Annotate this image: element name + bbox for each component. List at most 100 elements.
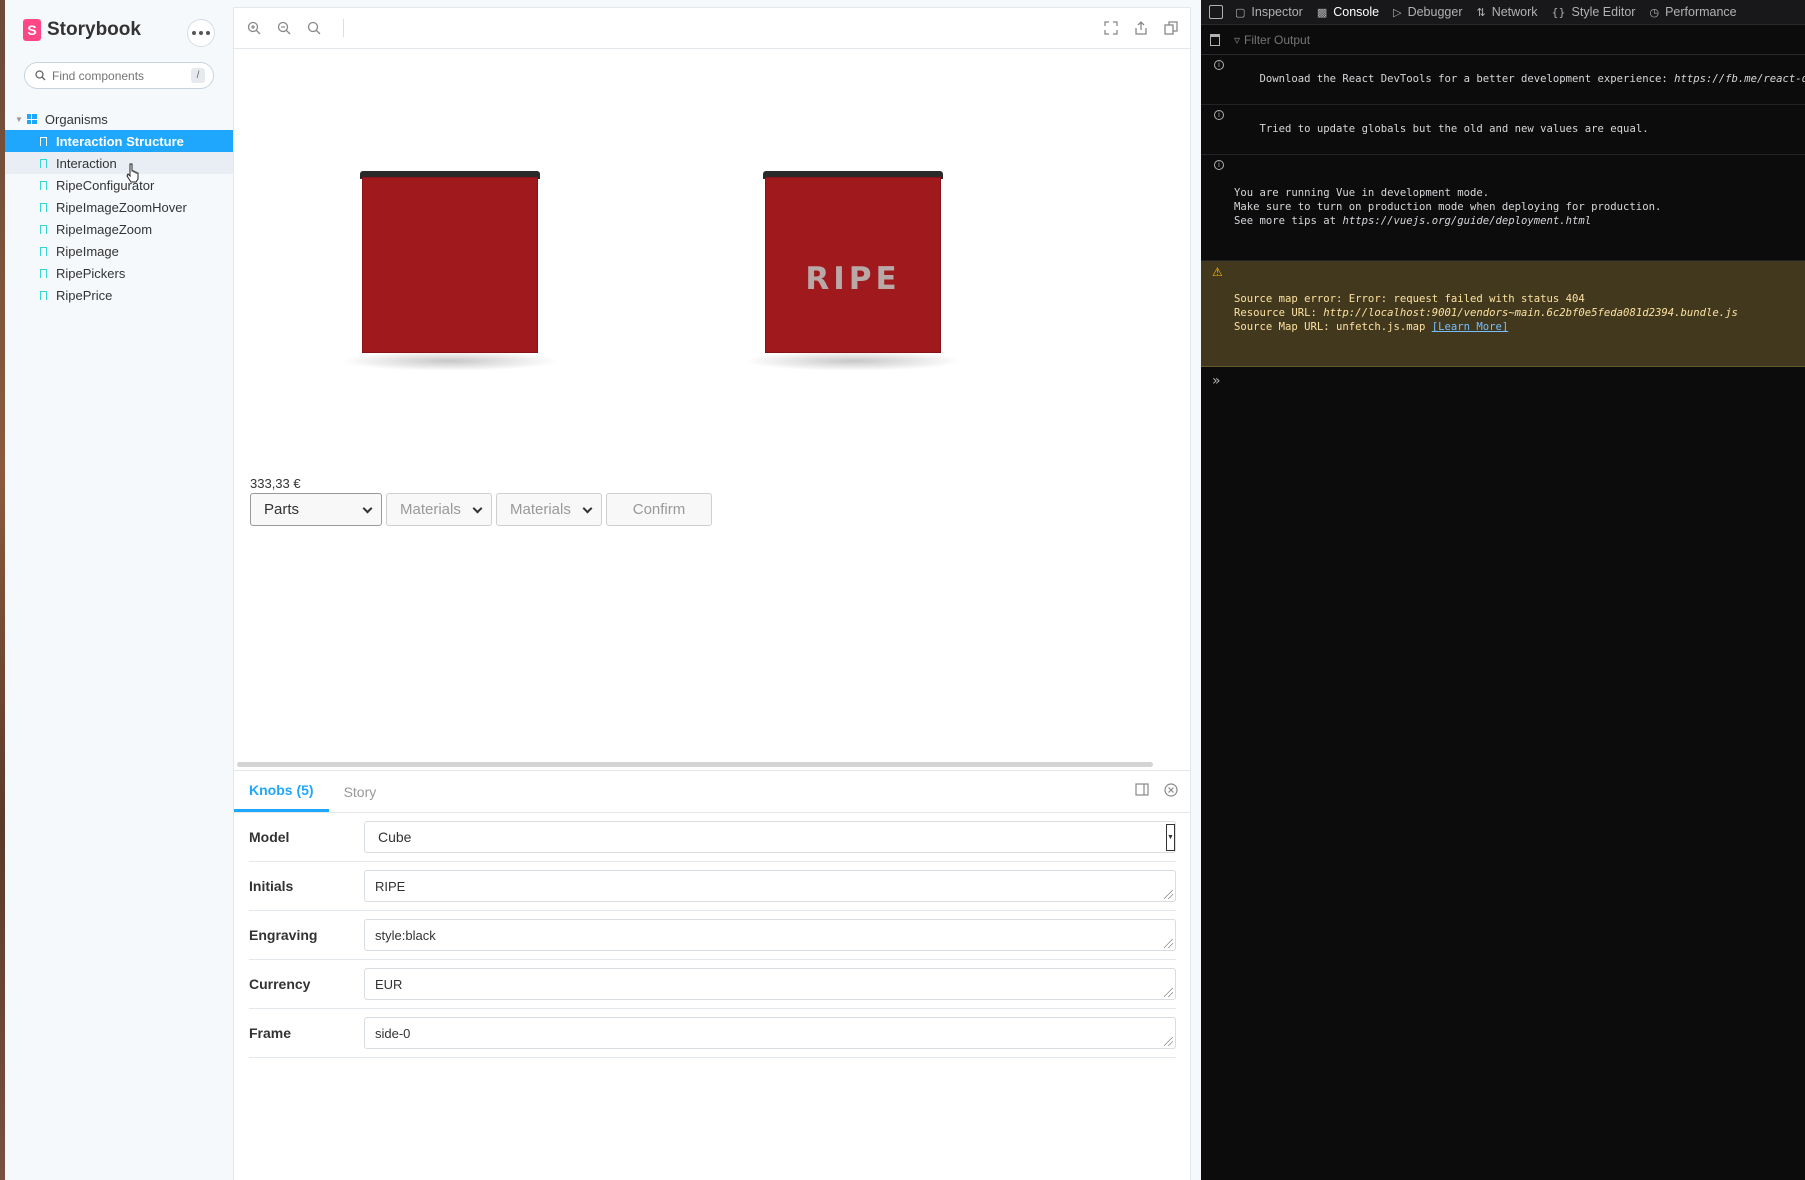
panel-orientation-icon[interactable] (1135, 783, 1149, 796)
filter-icon: ▿ (1234, 32, 1241, 47)
trash-icon[interactable] (1210, 33, 1220, 46)
console-message: i Tried to update globals but the old and… (1201, 105, 1805, 155)
console-link[interactable]: https://fb.me/react-devtools (1674, 73, 1805, 85)
console-input-prompt[interactable]: » (1201, 367, 1805, 389)
story-item-ripeimagezoom[interactable]: RipeImageZoom (5, 218, 233, 240)
materials-dropdown-label: Materials (510, 501, 571, 518)
tab-debugger[interactable]: ▷ Debugger (1393, 0, 1462, 25)
story-item-ripeimagezoomhover[interactable]: RipeImageZoomHover (5, 196, 233, 218)
story-item-label: Interaction (56, 155, 117, 171)
search-input[interactable] (52, 68, 192, 83)
zoom-reset-icon[interactable] (307, 21, 321, 35)
console-warning: ⚠ Source map error: Error: request failed… (1201, 261, 1805, 367)
console-link[interactable]: http://localhost:9001/vendors~main.6c2bf… (1323, 307, 1738, 319)
horizontal-scrollbar[interactable] (237, 762, 1153, 767)
devtools-panel: ▢ Inspector ▩ Console ▷ Debugger ⇅ Network {… (1201, 0, 1805, 1180)
zoom-out-icon[interactable] (277, 21, 291, 35)
tab-story[interactable]: Story (329, 771, 392, 812)
frame-textarea[interactable]: side-0 (364, 1017, 1176, 1049)
brand-name: Storybook (47, 19, 141, 40)
tab-performance[interactable]: ◷ Performance (1649, 0, 1736, 25)
dropdown-arrow-icon[interactable]: ▼ (1166, 824, 1175, 851)
story-item-ripeimage[interactable]: RipeImage (5, 240, 233, 262)
preview-panel: RIPE 333,33 € Parts Materials Materials … (233, 7, 1191, 1180)
materials-dropdown-2[interactable]: Materials (496, 493, 602, 526)
toolbar-divider (343, 19, 344, 37)
info-icon: i (1214, 60, 1224, 70)
knob-label: Currency (249, 976, 311, 992)
tab-console[interactable]: ▩ Console (1317, 0, 1379, 25)
resize-handle-icon[interactable] (1164, 988, 1173, 997)
copy-icon[interactable] (1164, 21, 1178, 35)
console-message: i Download the React DevTools for a bette… (1201, 55, 1805, 105)
bookmark-icon (40, 136, 47, 146)
tab-label: Network (1491, 5, 1538, 19)
cube-initials-engraving: RIPE (805, 261, 901, 297)
bookmark-icon (40, 246, 47, 256)
sidebar-menu-button[interactable] (187, 19, 215, 47)
brand[interactable]: S Storybook (23, 19, 141, 41)
model-select[interactable]: Cube ▼ (364, 821, 1176, 853)
cube-image-left[interactable] (340, 171, 560, 371)
component-grid-icon (26, 114, 37, 124)
story-item-ripeprice[interactable]: RipePrice (5, 284, 233, 306)
resize-handle-icon[interactable] (1164, 939, 1173, 948)
share-icon[interactable] (1134, 21, 1148, 35)
console-message: i You are running Vue in development mode… (1201, 155, 1805, 261)
tab-label: Inspector (1251, 5, 1303, 19)
story-item-interaction-structure[interactable]: Interaction Structure (5, 130, 233, 152)
story-item-interaction[interactable]: Interaction (5, 152, 233, 174)
story-item-label: RipePrice (56, 287, 113, 303)
engraving-textarea[interactable]: style:black (364, 919, 1176, 951)
fullscreen-icon[interactable] (1104, 21, 1118, 35)
tab-label: Console (1333, 5, 1380, 19)
console-link[interactable]: https://vuejs.org/guide/deployment.html (1342, 215, 1591, 227)
chevron-down-icon (582, 503, 593, 514)
resize-handle-icon[interactable] (1164, 890, 1173, 899)
warning-icon: ⚠ (1212, 265, 1223, 279)
filter-output-input[interactable] (1244, 32, 1445, 47)
learn-more-link[interactable]: [Learn More] (1432, 321, 1509, 333)
story-tree: ▼ Organisms Interaction Structure Intera… (5, 108, 233, 306)
tab-style-editor[interactable]: {} Style Editor (1552, 0, 1636, 25)
inspector-icon: ▢ (1235, 5, 1246, 19)
element-picker-icon[interactable] (1209, 5, 1223, 19)
frame-value: side-0 (375, 1025, 411, 1041)
search-box[interactable]: / (24, 62, 214, 89)
story-item-label: RipePickers (56, 265, 126, 281)
currency-textarea[interactable]: EUR (364, 968, 1176, 1000)
cube-image-right[interactable]: RIPE (743, 171, 963, 371)
engraving-value: style:black (375, 927, 436, 943)
hand-cursor-icon (126, 163, 139, 183)
tab-inspector[interactable]: ▢ Inspector (1235, 0, 1303, 25)
resize-handle-icon[interactable] (1164, 1037, 1173, 1046)
info-icon: i (1214, 160, 1224, 170)
bookmark-icon (40, 290, 47, 300)
confirm-button[interactable]: Confirm (606, 493, 712, 526)
info-icon: i (1214, 110, 1224, 120)
initials-value: RIPE (375, 878, 406, 894)
knob-row-currency: Currency EUR (249, 960, 1176, 1009)
parts-dropdown[interactable]: Parts (250, 493, 382, 526)
materials-dropdown-1[interactable]: Materials (386, 493, 492, 526)
initials-textarea[interactable]: RIPE (364, 870, 1176, 902)
bookmark-icon (40, 202, 47, 212)
preview-toolbar (234, 8, 1190, 49)
tab-network[interactable]: ⇅ Network (1476, 0, 1537, 25)
search-shortcut-badge: / (191, 68, 205, 83)
knob-label: Engraving (249, 927, 318, 943)
ellipsis-icon (192, 31, 210, 35)
close-icon[interactable] (1164, 783, 1178, 797)
story-canvas: RIPE 333,33 € Parts Materials Materials … (234, 49, 1190, 762)
performance-icon: ◷ (1649, 5, 1660, 19)
chevron-down-icon (362, 503, 373, 514)
zoom-in-icon[interactable] (247, 21, 261, 35)
story-item-ripepickers[interactable]: RipePickers (5, 262, 233, 284)
console-filter-bar: ▿ (1201, 25, 1805, 55)
tree-group-organisms[interactable]: ▼ Organisms (5, 108, 233, 130)
addon-tabs: Knobs (5) Story (234, 771, 1190, 813)
tab-knobs[interactable]: Knobs (5) (234, 771, 329, 812)
story-item-ripeconfigurator[interactable]: RipeConfigurator (5, 174, 233, 196)
story-item-label: RipeImageZoom (56, 221, 153, 237)
knob-label: Frame (249, 1025, 292, 1041)
